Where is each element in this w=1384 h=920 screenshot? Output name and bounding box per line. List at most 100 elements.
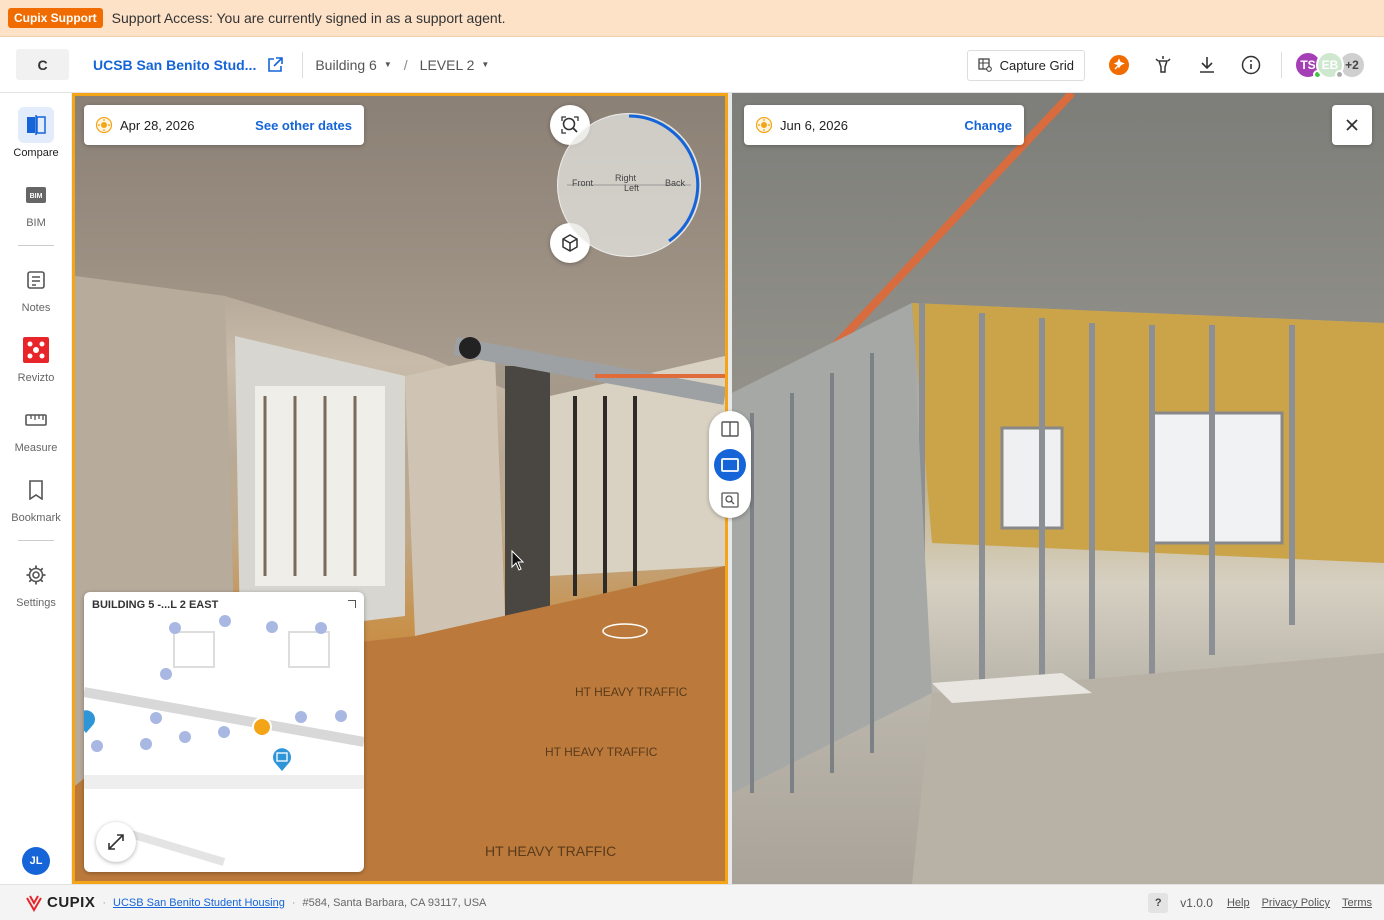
breadcrumb-separator: /	[403, 56, 408, 73]
view-compass[interactable]: Front Right Left Back	[557, 113, 701, 257]
minimap-corner-icon[interactable]	[348, 600, 356, 608]
capture-date-icon	[756, 117, 772, 133]
expand-icon	[108, 834, 124, 850]
left-date-card: Apr 28, 2026 See other dates	[84, 105, 364, 145]
capture-point[interactable]	[179, 731, 191, 743]
sidebar-item-settings[interactable]: Settings	[0, 557, 72, 609]
see-other-dates-link[interactable]: See other dates	[255, 118, 352, 133]
close-compare-button[interactable]	[1332, 105, 1372, 145]
expand-minimap-button[interactable]	[96, 822, 136, 862]
building-selector[interactable]: Building 6 ▼	[315, 57, 391, 73]
footer-separator: ·	[291, 896, 296, 909]
external-link-icon[interactable]	[266, 56, 284, 74]
capture-point[interactable]	[169, 622, 181, 634]
sidebar-divider	[18, 540, 54, 541]
privacy-policy-link[interactable]: Privacy Policy	[1262, 897, 1330, 909]
notes-icon	[18, 262, 54, 298]
chevron-down-icon: ▼	[383, 60, 392, 69]
project-address: #584, Santa Barbara, CA 93117, USA	[302, 896, 487, 909]
app-footer: CUPIX · UCSB San Benito Student Housing …	[0, 884, 1384, 920]
avatar-initials: TS	[1300, 58, 1316, 72]
brand-name: CUPIX	[47, 894, 96, 911]
sidebar-divider	[18, 245, 54, 246]
capture-point[interactable]	[315, 622, 327, 634]
svg-text:BIM: BIM	[30, 193, 43, 200]
note-pin-icon[interactable]	[84, 710, 96, 734]
footer-separator: ·	[102, 896, 107, 909]
app-header: C UCSB San Benito Stud... Building 6 ▼ /…	[0, 37, 1384, 93]
split-view-button[interactable]	[714, 413, 746, 445]
support-badge: Cupix Support	[8, 8, 103, 28]
minimap-title: BUILDING 5 -...L 2 EAST	[92, 599, 219, 611]
single-view-icon	[721, 458, 739, 472]
capture-point[interactable]	[218, 726, 230, 738]
sidebar-item-measure[interactable]: Measure	[0, 402, 72, 454]
sidebar-item-compare[interactable]: Compare	[0, 107, 72, 159]
svg-text:HT HEAVY TRAFFIC: HT HEAVY TRAFFIC	[545, 745, 658, 759]
sidebar-item-label: Compare	[13, 147, 59, 159]
header-divider	[302, 51, 304, 78]
zoom-view-button[interactable]	[714, 484, 746, 516]
avatar[interactable]: EB	[1316, 51, 1344, 79]
cupix-logo-icon	[26, 895, 42, 912]
single-view-button[interactable]	[714, 449, 746, 481]
gear-icon	[18, 557, 54, 593]
help-link[interactable]: Help	[1227, 897, 1250, 909]
bim-icon: BIM	[18, 177, 54, 213]
right-panorama-image	[732, 93, 1384, 884]
capture-grid-button[interactable]: Capture Grid	[966, 49, 1085, 81]
capture-date-icon	[96, 117, 112, 133]
capture-point[interactable]	[140, 738, 152, 750]
sidebar-item-label: Settings	[16, 597, 56, 609]
level-label: LEVEL 2	[419, 56, 475, 73]
capture-point[interactable]	[160, 668, 172, 680]
right-panorama-viewer[interactable]: Jun 6, 2026 Change	[732, 93, 1384, 884]
sidebar-item-label: Bookmark	[11, 512, 61, 524]
sidebar-item-label: Measure	[14, 442, 58, 454]
header-divider	[1281, 52, 1282, 78]
terms-link[interactable]: Terms	[1342, 897, 1372, 909]
capture-point[interactable]	[150, 712, 162, 724]
building-label: Building 6	[315, 56, 377, 73]
change-date-link[interactable]: Change	[964, 118, 1012, 133]
collaborators-avatars[interactable]: TS EB +2	[1294, 51, 1366, 79]
sidebar-item-notes[interactable]: Notes	[0, 262, 72, 314]
footer-project-link[interactable]: UCSB San Benito Student Housing	[113, 897, 285, 909]
ai-assistant-button[interactable]	[1105, 51, 1133, 79]
capture-point[interactable]	[266, 621, 278, 633]
support-banner-text: Support Access: You are currently signed…	[111, 10, 506, 26]
compass-right-label: Right	[615, 173, 637, 183]
capture-point[interactable]	[91, 740, 103, 752]
capture-point[interactable]	[335, 710, 347, 722]
sidebar-item-bim[interactable]: BIM BIM	[0, 177, 72, 229]
split-view-icon	[721, 421, 739, 437]
company-logo[interactable]: C	[16, 49, 69, 80]
sidebar-item-revizto[interactable]: Revizto	[0, 332, 72, 384]
svg-text:HT HEAVY TRAFFIC: HT HEAVY TRAFFIC	[575, 685, 688, 699]
chevron-down-icon: ▼	[481, 60, 490, 69]
app-version: v1.0.0	[1180, 896, 1213, 910]
left-capture-date: Apr 28, 2026	[120, 117, 195, 133]
info-button[interactable]	[1237, 51, 1265, 79]
zoom-view-icon	[721, 492, 739, 508]
help-shortcut-button[interactable]: ?	[1148, 893, 1169, 913]
level-selector[interactable]: LEVEL 2 ▼	[420, 57, 490, 73]
capture-grid-icon	[977, 58, 992, 72]
download-icon	[1200, 57, 1214, 73]
sidebar-item-bookmark[interactable]: Bookmark	[0, 472, 72, 524]
ai-sparkle-icon	[1109, 55, 1129, 75]
lightbulb-button[interactable]	[1149, 51, 1177, 79]
avatar-initials: EB	[1321, 58, 1339, 72]
capture-point[interactable]	[295, 711, 307, 723]
current-user-avatar[interactable]: JL	[22, 847, 50, 875]
current-position-marker[interactable]	[252, 717, 272, 737]
note-pin-icon[interactable]	[271, 748, 293, 772]
capture-point[interactable]	[219, 615, 231, 627]
project-title[interactable]: UCSB San Benito Stud...	[93, 57, 256, 73]
sidebar-item-label: BIM	[26, 217, 46, 229]
floor-minimap[interactable]: BUILDING 5 -...L 2 EAST	[84, 592, 364, 872]
download-button[interactable]	[1193, 51, 1221, 79]
sidebar-item-label: Notes	[21, 302, 51, 314]
svg-text:HT HEAVY TRAFFIC: HT HEAVY TRAFFIC	[485, 843, 616, 859]
info-icon	[1241, 55, 1261, 75]
